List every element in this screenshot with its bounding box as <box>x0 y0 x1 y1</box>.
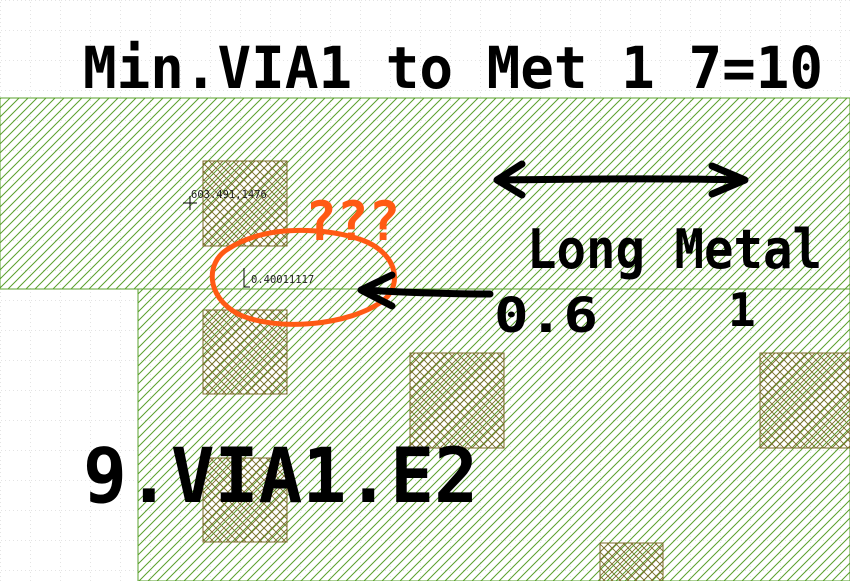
layout-canvas[interactable]: 603.491,1476 0.40011117 Min.VIA1 to Met … <box>0 0 850 584</box>
long-metal-number: 1 <box>728 283 756 337</box>
long-metal-label: Long Metal <box>527 218 822 281</box>
rule-title: Min.VIA1 to Met 1 7=10 <box>83 34 823 102</box>
layout-view[interactable]: 603.491,1476 0.40011117 Min.VIA1 to Met … <box>0 0 850 584</box>
spacing-value-label: 0.6 <box>494 288 598 344</box>
via1-shape[interactable] <box>759 352 850 449</box>
cursor-coordinates: 603.491,1476 <box>191 189 267 201</box>
question-marks: ??? <box>305 190 400 253</box>
rule-name-label: 9.VIA1.E2 <box>83 431 478 520</box>
via1-shape[interactable] <box>599 542 664 584</box>
spacing-measurement-value: 0.40011117 <box>251 274 314 286</box>
